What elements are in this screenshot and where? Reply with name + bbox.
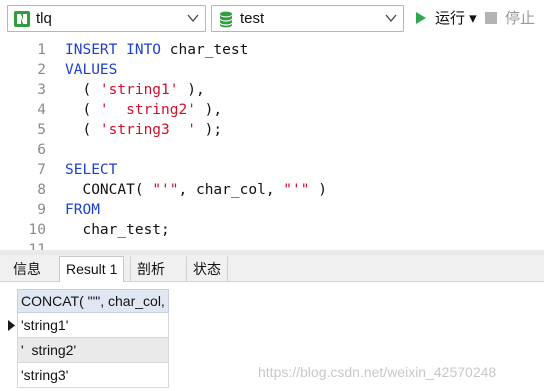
code-line[interactable]: 5 ( 'string3 ' ); [0,120,544,140]
code-line[interactable]: 4 ( ' string2' ), [0,100,544,120]
code-line[interactable]: 6 [0,140,544,160]
code-line[interactable]: 11 [0,240,544,250]
run-label: 运行 ▾ [435,10,477,27]
line-number: 11 [28,242,46,250]
play-icon [416,12,426,24]
sql-string: ' string2' [99,102,196,118]
code-line[interactable]: 10 char_test; [0,220,544,240]
sql-string: "'" [283,182,310,198]
sql-string: 'string3 ' [99,122,196,138]
sql-string: "'" [152,182,179,198]
connection-select[interactable]: tlq [7,5,206,32]
code-line[interactable]: 1 INSERT INTO char_test [0,40,544,60]
code-text: INSERT INTO char_test [65,40,248,60]
code-text: SELECT [65,160,117,180]
table-row[interactable]: 'string3' [17,363,169,388]
tab-profile[interactable]: 剖析 [130,256,172,282]
sql-editor[interactable]: 1 INSERT INTO char_test 2 VALUES 3 ( 'string… [0,38,544,250]
tab-status[interactable]: 状态 [186,256,228,282]
line-number: 5 [37,122,46,138]
code-line[interactable]: 8 CONCAT( "'", char_col, "'" ) [0,180,544,200]
result-tab-bar: 信息 Result 1 剖析 状态 [0,255,544,283]
stop-icon [485,12,497,24]
toolbar: tlq test 运行 ▾ 停止 [0,0,544,38]
code-text: ( 'string1' ), [65,80,205,100]
code-text: FROM [65,200,100,220]
database-name: test [240,10,265,27]
chevron-down-icon [385,14,397,23]
tab-result-1[interactable]: Result 1 [59,256,125,283]
stop-label: 停止 [505,10,536,27]
code-text: char_test; [65,220,170,240]
sql-text: ( [65,82,100,98]
line-number: 4 [37,102,46,118]
sql-keyword: INSERT INTO [65,42,170,58]
sql-keyword: FROM [65,202,100,218]
sql-text: ( [65,102,100,118]
line-number: 8 [37,182,46,198]
table-row[interactable]: ' string2' [17,338,169,363]
code-line[interactable]: 3 ( 'string1' ), [0,80,544,100]
code-line[interactable]: 7 SELECT [0,160,544,180]
code-line[interactable]: 9 FROM [0,200,544,220]
tab-info[interactable]: 信息 [6,256,48,282]
database-icon [220,11,232,28]
line-number: 10 [28,222,46,238]
sql-text: CONCAT( [65,182,153,198]
code-text: VALUES [65,60,117,80]
sql-text: ) [309,182,327,198]
connection-icon [14,11,30,27]
code-line[interactable]: 2 VALUES [0,60,544,80]
sql-text: ), [195,102,223,118]
code-text: CONCAT( "'", char_col, "'" ) [65,180,327,200]
sql-text: char_test; [65,222,170,238]
sql-text: ); [195,122,223,138]
current-row-indicator-icon [8,320,15,331]
sql-keyword: SELECT [65,162,118,178]
sql-text: , char_col, [178,182,284,198]
line-number: 7 [37,162,46,178]
sql-keyword: VALUES [65,62,118,78]
code-text: ( ' string2' ), [65,100,222,120]
line-number: 2 [37,62,46,78]
database-select[interactable]: test [211,5,404,32]
column-header[interactable]: CONCAT( "'", char_col, "'" ) [17,289,169,313]
sql-text: ( [65,122,100,138]
line-number: 6 [37,142,46,158]
connection-name: tlq [36,10,52,27]
watermark: https://blog.csdn.net/weixin_42570248 [258,364,497,380]
sql-text: ), [178,82,205,98]
line-number: 1 [37,42,46,58]
chevron-down-icon [187,14,199,23]
sql-string: 'string1' [99,82,179,98]
sql-text: char_test [169,42,249,58]
line-number: 3 [37,82,46,98]
code-text: ( 'string3 ' ); [65,120,222,140]
line-number: 9 [37,202,46,218]
table-row[interactable]: 'string1' [17,313,169,338]
